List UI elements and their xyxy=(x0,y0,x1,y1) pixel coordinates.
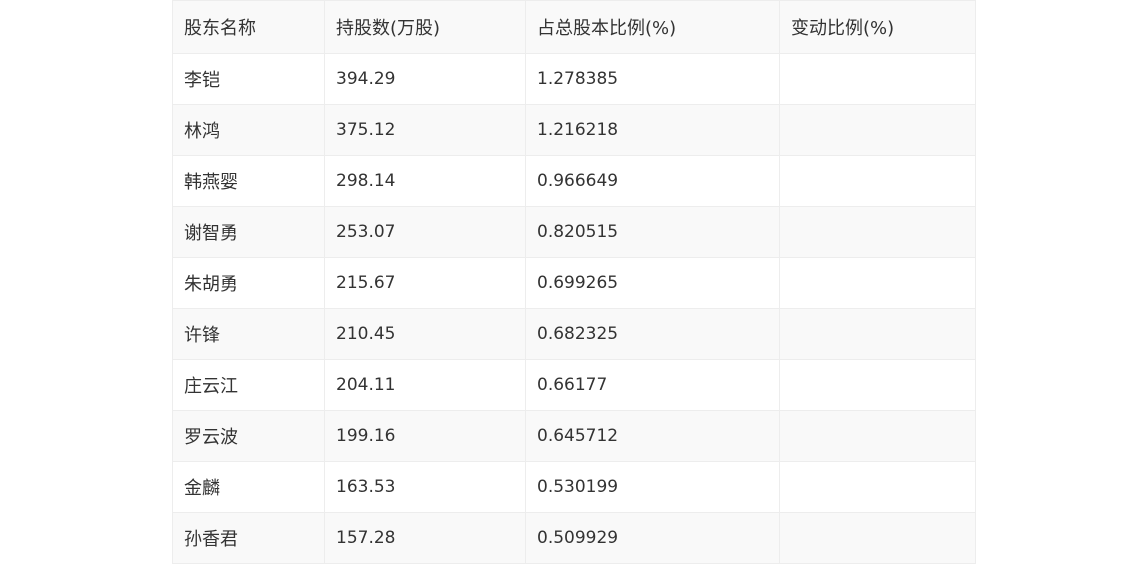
shareholder-table-container: 股东名称 持股数(万股) 占总股本比例(%) 变动比例(%) 李铠 394.29… xyxy=(172,0,976,564)
cell-shareholder-name: 李铠 xyxy=(172,53,325,105)
table-row: 金麟 163.53 0.530199 xyxy=(172,461,976,513)
cell-shares-held: 210.45 xyxy=(324,308,526,360)
cell-share-ratio: 0.966649 xyxy=(525,155,780,207)
table-row: 林鸿 375.12 1.216218 xyxy=(172,104,976,156)
header-shareholder-name: 股东名称 xyxy=(172,0,325,54)
cell-shareholder-name: 许锋 xyxy=(172,308,325,360)
cell-share-ratio: 0.820515 xyxy=(525,206,780,258)
cell-share-ratio: 0.509929 xyxy=(525,512,780,564)
cell-shareholder-name: 金麟 xyxy=(172,461,325,513)
table-row: 庄云江 204.11 0.66177 xyxy=(172,359,976,411)
cell-shareholder-name: 孙香君 xyxy=(172,512,325,564)
header-share-ratio: 占总股本比例(%) xyxy=(525,0,780,54)
cell-share-ratio: 1.278385 xyxy=(525,53,780,105)
cell-change-ratio xyxy=(779,155,976,207)
cell-shareholder-name: 庄云江 xyxy=(172,359,325,411)
cell-change-ratio xyxy=(779,257,976,309)
cell-shares-held: 157.28 xyxy=(324,512,526,564)
cell-change-ratio xyxy=(779,53,976,105)
cell-shares-held: 204.11 xyxy=(324,359,526,411)
table-body: 李铠 394.29 1.278385 林鸿 375.12 1.216218 韩燕… xyxy=(172,53,976,564)
cell-shareholder-name: 林鸿 xyxy=(172,104,325,156)
table-row: 李铠 394.29 1.278385 xyxy=(172,53,976,105)
cell-shares-held: 394.29 xyxy=(324,53,526,105)
cell-shareholder-name: 谢智勇 xyxy=(172,206,325,258)
shareholder-table: 股东名称 持股数(万股) 占总股本比例(%) 变动比例(%) 李铠 394.29… xyxy=(172,0,976,564)
table-row: 许锋 210.45 0.682325 xyxy=(172,308,976,360)
table-row: 朱胡勇 215.67 0.699265 xyxy=(172,257,976,309)
cell-shares-held: 253.07 xyxy=(324,206,526,258)
cell-change-ratio xyxy=(779,308,976,360)
cell-share-ratio: 0.682325 xyxy=(525,308,780,360)
cell-shareholder-name: 朱胡勇 xyxy=(172,257,325,309)
table-row: 罗云波 199.16 0.645712 xyxy=(172,410,976,462)
cell-share-ratio: 0.66177 xyxy=(525,359,780,411)
table-row: 谢智勇 253.07 0.820515 xyxy=(172,206,976,258)
cell-change-ratio xyxy=(779,410,976,462)
cell-change-ratio xyxy=(779,512,976,564)
cell-change-ratio xyxy=(779,206,976,258)
cell-shares-held: 199.16 xyxy=(324,410,526,462)
cell-shares-held: 215.67 xyxy=(324,257,526,309)
cell-change-ratio xyxy=(779,461,976,513)
header-change-ratio: 变动比例(%) xyxy=(779,0,976,54)
table-header: 股东名称 持股数(万股) 占总股本比例(%) 变动比例(%) xyxy=(172,0,976,54)
table-row: 韩燕婴 298.14 0.966649 xyxy=(172,155,976,207)
header-row: 股东名称 持股数(万股) 占总股本比例(%) 变动比例(%) xyxy=(172,0,976,54)
cell-shares-held: 375.12 xyxy=(324,104,526,156)
cell-share-ratio: 0.530199 xyxy=(525,461,780,513)
cell-shareholder-name: 罗云波 xyxy=(172,410,325,462)
cell-change-ratio xyxy=(779,104,976,156)
cell-change-ratio xyxy=(779,359,976,411)
header-shares-held: 持股数(万股) xyxy=(324,0,526,54)
cell-shares-held: 163.53 xyxy=(324,461,526,513)
cell-shares-held: 298.14 xyxy=(324,155,526,207)
cell-shareholder-name: 韩燕婴 xyxy=(172,155,325,207)
cell-share-ratio: 1.216218 xyxy=(525,104,780,156)
cell-share-ratio: 0.645712 xyxy=(525,410,780,462)
table-row: 孙香君 157.28 0.509929 xyxy=(172,512,976,564)
cell-share-ratio: 0.699265 xyxy=(525,257,780,309)
